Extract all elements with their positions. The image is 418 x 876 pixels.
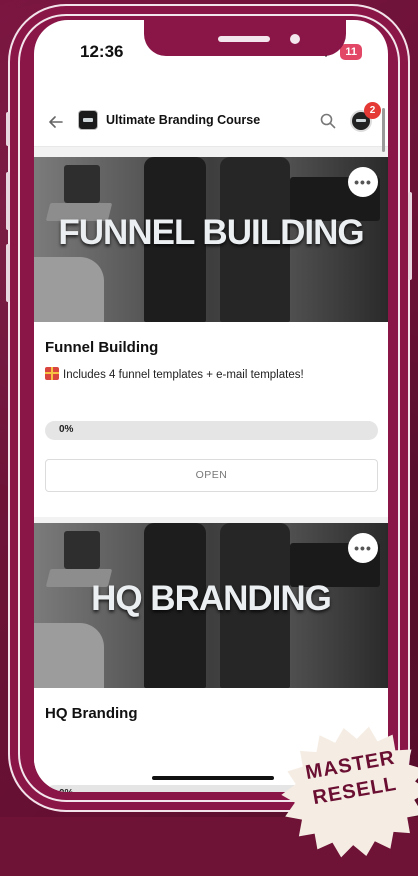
volume-up-button [6,172,10,230]
card-description-text: Includes 4 funnel templates + e-mail tem… [63,369,304,381]
course-card[interactable]: FUNNEL BUILDING ••• Funnel Building Incl… [34,157,388,517]
notification-badge: 2 [364,102,381,119]
card-thumbnail: FUNNEL BUILDING ••• [34,157,388,322]
home-indicator [152,776,274,780]
course-list: FUNNEL BUILDING ••• Funnel Building Incl… [34,147,388,792]
app-header: Ultimate Branding Course 2 [34,102,388,144]
volume-down-button [6,244,10,302]
speaker-grille [218,36,270,42]
front-camera [290,34,300,44]
card-image-title: HQ BRANDING [91,579,332,618]
scrollbar[interactable] [382,108,385,152]
promo-badge: MASTER RESELL [259,708,418,875]
progress-bar: 0% [45,421,378,440]
open-button[interactable]: OPEN [45,459,378,492]
power-button [408,192,412,280]
card-thumbnail: HQ BRANDING ••• [34,523,388,688]
search-icon[interactable] [319,112,337,130]
mute-switch [6,112,10,146]
card-title: HQ Branding [45,705,138,722]
phone-screen: 12:36 11 Ultimate Branding Course 2 FUNN… [34,20,388,792]
progress-label: 0% [59,788,73,792]
status-time: 12:36 [80,42,124,61]
card-title: Funnel Building [45,339,159,356]
card-description: Includes 4 funnel templates + e-mail tem… [45,367,304,381]
progress-label: 0% [59,424,74,435]
course-title: Ultimate Branding Course [106,113,261,127]
card-image-title: FUNNEL BUILDING [58,213,364,252]
more-options-icon[interactable]: ••• [348,533,378,563]
battery-indicator: 11 [340,44,362,60]
gift-icon [45,367,59,380]
course-logo [78,110,98,130]
notch [144,20,346,56]
back-arrow-icon[interactable] [48,114,64,130]
more-options-icon[interactable]: ••• [348,167,378,197]
